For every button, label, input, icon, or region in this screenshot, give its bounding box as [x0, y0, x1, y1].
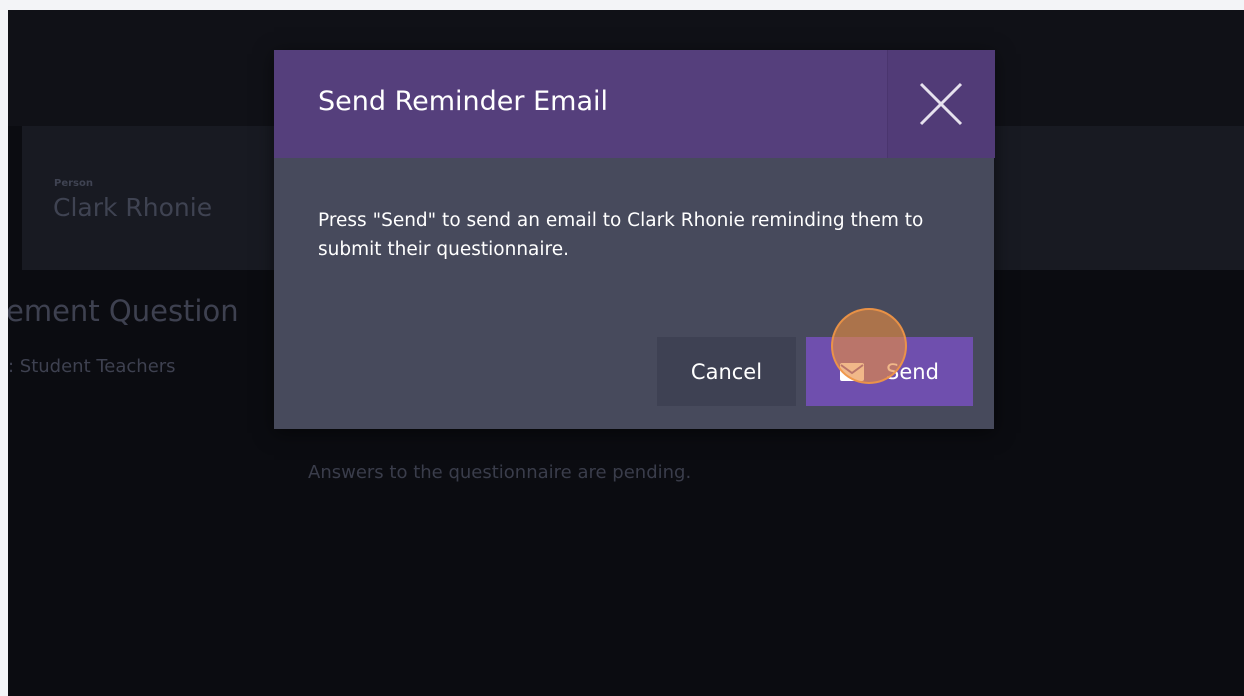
send-reminder-modal: Send Reminder Email Press "Send" to send… — [274, 50, 995, 429]
page-subtitle: : Student Teachers — [8, 356, 176, 377]
cancel-button[interactable]: Cancel — [657, 337, 796, 406]
pending-status-text: Answers to the questionnaire are pending… — [308, 462, 692, 483]
cancel-button-label: Cancel — [690, 359, 763, 384]
modal-header: Send Reminder Email — [274, 50, 995, 158]
send-button-label: Send — [886, 359, 939, 384]
close-icon — [919, 82, 963, 126]
app-frame: Person Clark Rhonie ement Question : Stu… — [8, 10, 1244, 696]
person-name: Clark Rhonie — [53, 193, 213, 222]
modal-title: Send Reminder Email — [318, 86, 608, 117]
close-button[interactable] — [887, 50, 995, 158]
person-label: Person — [54, 178, 93, 189]
modal-message: Press "Send" to send an email to Clark R… — [318, 210, 924, 260]
page-title: ement Question — [8, 294, 239, 328]
send-button[interactable]: Send — [806, 337, 973, 406]
envelope-icon — [840, 362, 865, 381]
